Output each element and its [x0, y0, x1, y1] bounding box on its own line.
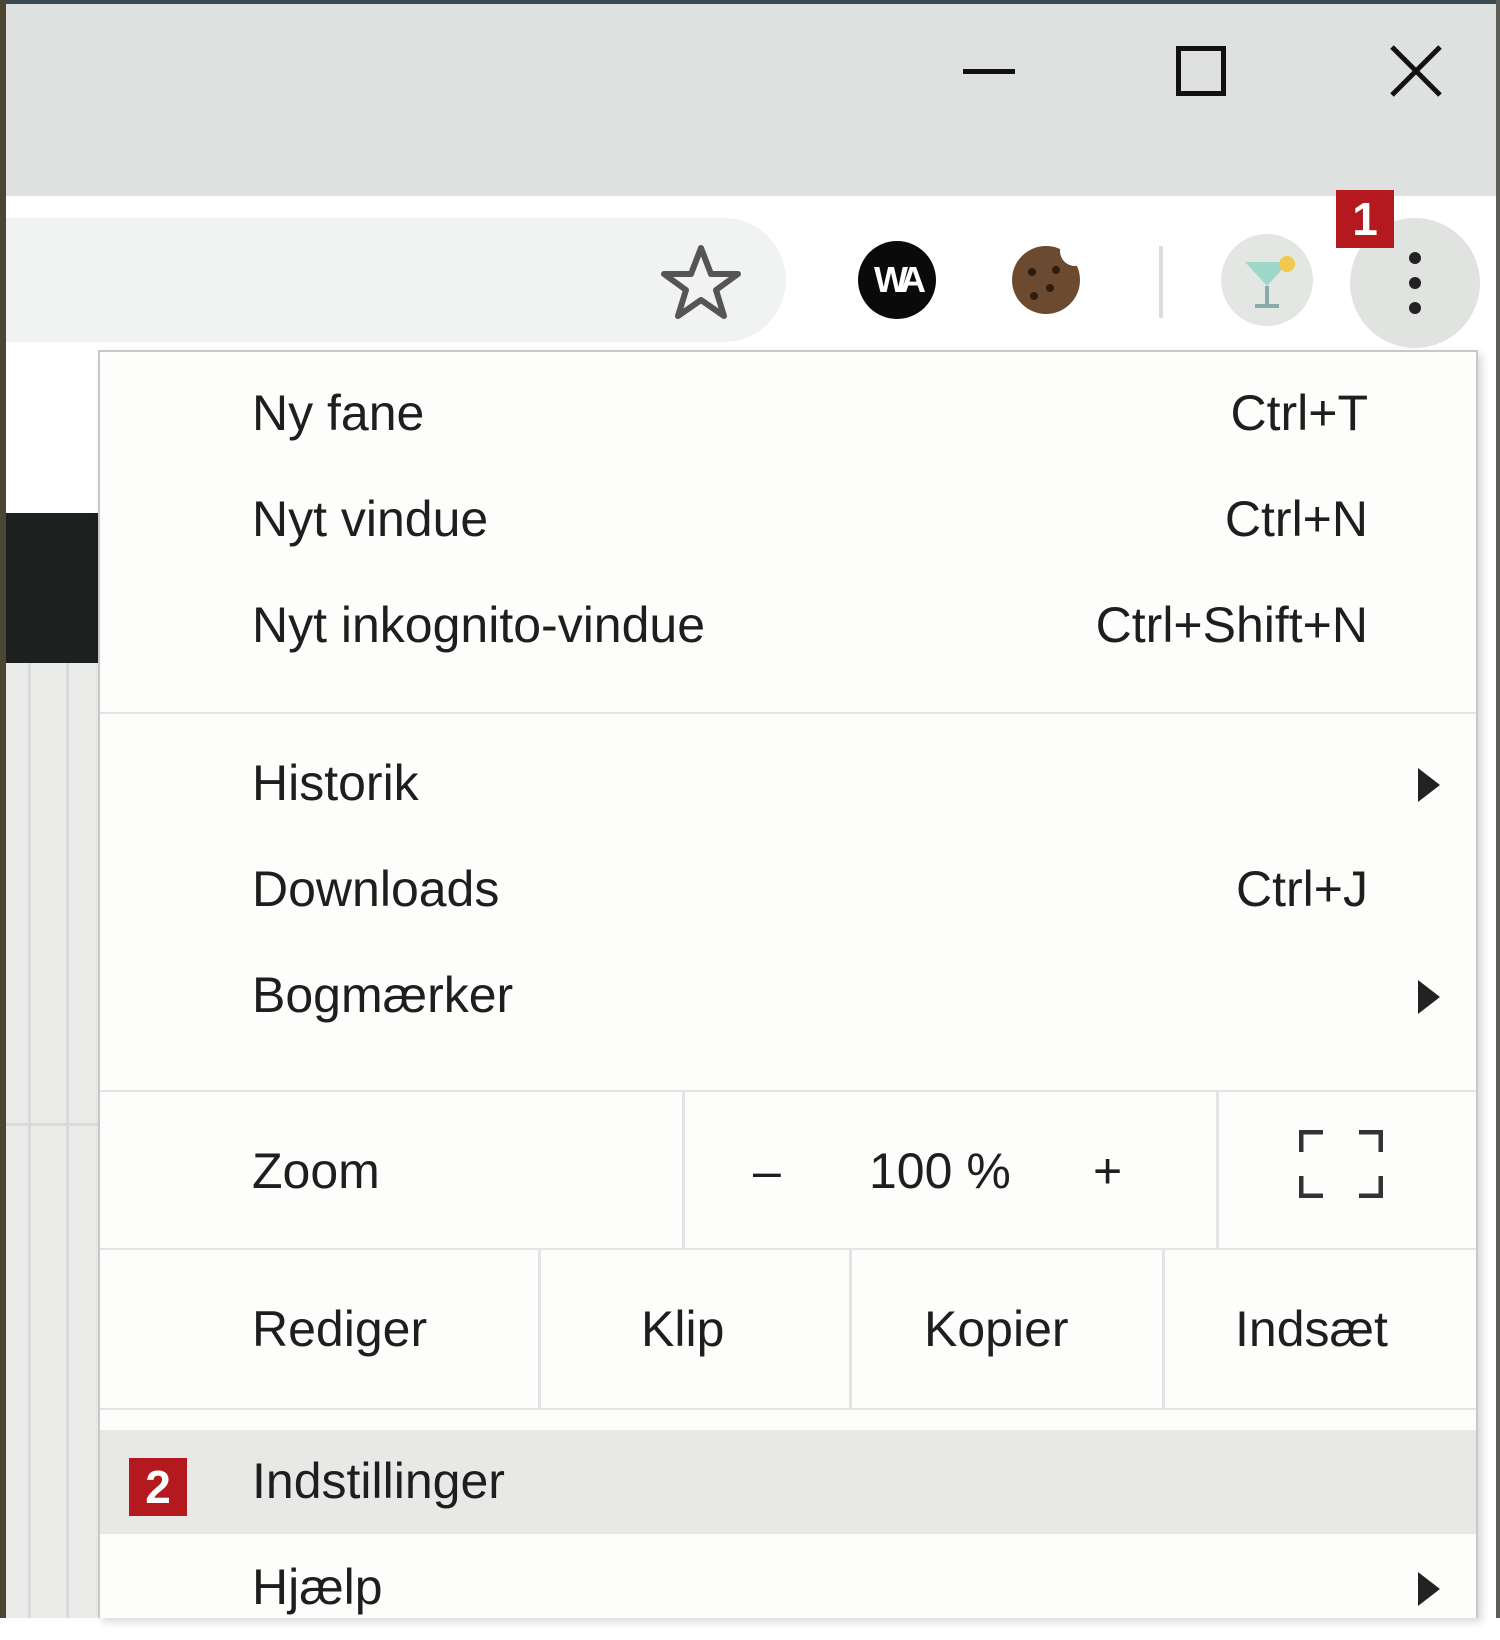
menu-separator	[100, 1408, 1476, 1410]
minimize-button[interactable]	[934, 16, 1044, 126]
fullscreen-icon	[1299, 1130, 1383, 1198]
close-icon	[1390, 45, 1442, 97]
menu-separator	[100, 712, 1476, 714]
menu-item-new-window[interactable]: Nyt vindue Ctrl+N	[100, 468, 1476, 572]
vertical-dots-icon	[1409, 252, 1421, 264]
cookie-chip	[1028, 268, 1036, 276]
cocktail-icon	[1245, 256, 1295, 308]
page-header-strip	[6, 513, 98, 663]
menu-item-new-tab[interactable]: Ny fane Ctrl+T	[100, 362, 1476, 466]
submenu-arrow-icon	[1418, 768, 1440, 802]
zoom-out-button[interactable]: –	[685, 1092, 845, 1250]
step-badge-1: 1	[1336, 190, 1394, 248]
pattern-line	[66, 663, 69, 1618]
maximize-icon	[1176, 46, 1226, 96]
window-frame-right	[1496, 0, 1500, 1618]
vertical-dots-icon	[1409, 302, 1421, 314]
edit-row: Rediger Klip Kopier Indsæt	[100, 1250, 1476, 1408]
cookie-chip	[1052, 266, 1060, 274]
menu-item-history[interactable]: Historik	[100, 732, 1476, 836]
pattern-line	[28, 663, 31, 1618]
copy-button[interactable]: Kopier	[852, 1250, 1162, 1408]
cookie-chip	[1046, 284, 1054, 292]
menu-item-incognito-window[interactable]: Nyt inkognito-vindue Ctrl+Shift+N	[100, 574, 1476, 678]
drink-extension-icon[interactable]	[1221, 234, 1313, 326]
vertical-dots-icon	[1409, 277, 1421, 289]
wa-extension-icon[interactable]: WA	[858, 241, 936, 319]
menu-item-settings[interactable]: Indstillinger	[100, 1430, 1476, 1534]
close-button[interactable]	[1361, 16, 1471, 126]
submenu-arrow-icon	[1418, 980, 1440, 1014]
toolbar-divider	[1159, 246, 1163, 318]
paste-button[interactable]: Indsæt	[1165, 1250, 1476, 1408]
pattern-line	[6, 1123, 98, 1126]
submenu-arrow-icon	[1418, 1572, 1440, 1606]
star-icon[interactable]	[658, 240, 744, 326]
page-background	[6, 663, 98, 1618]
edit-label-cell: Rediger	[252, 1301, 428, 1357]
cookie-chip	[1030, 292, 1038, 300]
zoom-in-button[interactable]: +	[1045, 1092, 1195, 1250]
zoom-level: 100 %	[869, 1143, 1011, 1199]
cookie-extension-icon[interactable]	[1012, 236, 1090, 314]
step-badge-2: 2	[129, 1458, 187, 1516]
zoom-row: Zoom – 100 % +	[100, 1092, 1476, 1250]
menu-item-bookmarks[interactable]: Bogmærker	[100, 944, 1476, 1048]
menu-item-downloads[interactable]: Downloads Ctrl+J	[100, 838, 1476, 942]
title-bar[interactable]	[6, 4, 1496, 196]
menu-item-help[interactable]: Hjælp	[100, 1536, 1476, 1640]
cookie-bite	[1060, 236, 1090, 266]
fullscreen-button[interactable]	[1219, 1092, 1476, 1250]
maximize-button[interactable]	[1146, 16, 1256, 126]
minimize-icon	[963, 68, 1015, 74]
cut-button[interactable]: Klip	[541, 1250, 849, 1408]
chrome-main-menu: Ny fane Ctrl+T Nyt vindue Ctrl+N Nyt ink…	[98, 350, 1478, 1618]
zoom-label-cell: Zoom	[252, 1143, 380, 1199]
